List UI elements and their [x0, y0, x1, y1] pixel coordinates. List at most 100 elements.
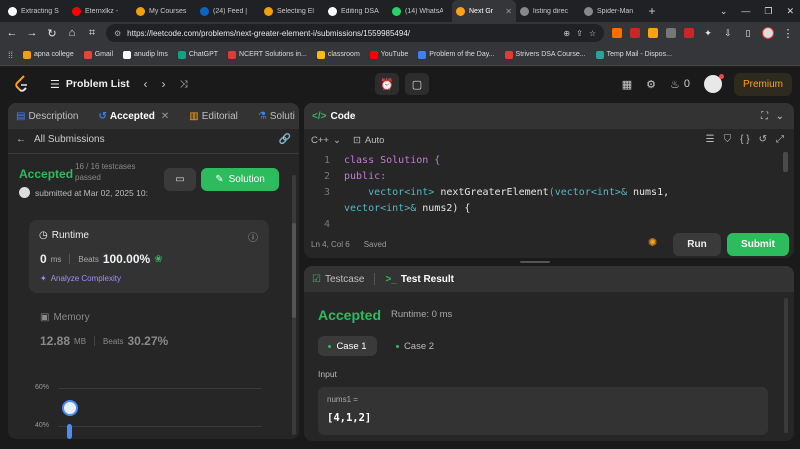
- tab-testcase[interactable]: ☑ Testcase: [312, 274, 364, 285]
- browser-tab[interactable]: Eternxlkz -: [68, 0, 132, 22]
- bookmark-item[interactable]: Gmail: [83, 50, 113, 59]
- browser-tab[interactable]: (14) WhatsA: [388, 0, 452, 22]
- tab-accepted[interactable]: ↺ Accepted ✕: [98, 111, 169, 122]
- browser-tab[interactable]: My Courses: [132, 0, 196, 22]
- reload-icon[interactable]: ↻: [46, 27, 58, 40]
- browser-tab[interactable]: listing direc: [516, 0, 580, 22]
- extension-icon[interactable]: [648, 28, 658, 38]
- sidebar-icon[interactable]: ▯: [742, 28, 754, 39]
- bookmark-item[interactable]: ChatGPT: [177, 50, 218, 59]
- solution-button[interactable]: ✎ Solution: [201, 168, 279, 191]
- note-button[interactable]: ▢: [405, 73, 429, 95]
- browser-tab[interactable]: Editing DSA: [324, 0, 388, 22]
- reset-icon[interactable]: ↺: [759, 134, 767, 145]
- timer-button[interactable]: ⏰: [375, 73, 399, 95]
- leetcode-logo-icon[interactable]: [14, 75, 30, 93]
- panel-resize-handle[interactable]: [520, 261, 550, 263]
- info-icon[interactable]: ⓘ: [248, 229, 258, 244]
- editor-scrollbar[interactable]: [783, 152, 788, 172]
- tab-test-result[interactable]: >_ Test Result: [385, 274, 454, 285]
- minimize-icon[interactable]: —: [741, 6, 750, 16]
- list-icon: ☰: [50, 78, 60, 91]
- code-line: 2 public:: [304, 168, 794, 184]
- code-editor[interactable]: 1 class Solution {2 public: 3 vector<int> n…: [304, 152, 794, 228]
- chevron-down-icon[interactable]: ⌄: [720, 6, 728, 17]
- extension-icon[interactable]: [684, 28, 694, 38]
- browser-tab[interactable]: Next Gr ✕: [452, 0, 516, 22]
- extension-icon[interactable]: [612, 28, 622, 38]
- bookmark-item[interactable]: apna college: [23, 50, 74, 59]
- zoom-icon[interactable]: ⊕: [563, 29, 570, 38]
- run-button[interactable]: Run: [673, 233, 721, 256]
- link-icon[interactable]: 🔗: [279, 134, 291, 145]
- auto-complete-toggle[interactable]: ⊡ Auto: [353, 135, 385, 146]
- bookmarks-icon[interactable]: ⌗: [86, 27, 98, 40]
- braces-icon[interactable]: { }: [740, 134, 749, 145]
- more-icon[interactable]: ⌄: [776, 111, 784, 122]
- browser-tab[interactable]: Extracting S: [4, 0, 68, 22]
- home-icon[interactable]: ⌂: [66, 27, 78, 39]
- tab-solutions[interactable]: ⚗ Soluti: [258, 111, 295, 122]
- profile-avatar[interactable]: [762, 27, 774, 39]
- forward-icon[interactable]: →: [26, 27, 38, 39]
- user-avatar[interactable]: [704, 74, 724, 93]
- tab-description[interactable]: ▤ Description: [16, 111, 78, 122]
- submit-button[interactable]: Submit: [727, 233, 789, 256]
- maximize-icon[interactable]: ❐: [764, 6, 772, 17]
- fullscreen-icon[interactable]: ⤢: [776, 134, 784, 145]
- testcases-count: 16 / 16 testcases: [75, 162, 136, 171]
- bookmark-favicon-icon: [228, 50, 237, 59]
- browser-tab[interactable]: Selecting El: [260, 0, 324, 22]
- panel-scroll-thumb[interactable]: [292, 223, 296, 318]
- bookmark-icon[interactable]: ⛉: [724, 134, 732, 145]
- test-result-panel: ☑ Testcase >_ Test Result Accepted Runtime…: [304, 266, 794, 441]
- case-1-tab[interactable]: Case 1: [318, 336, 377, 356]
- tab-editorial[interactable]: ▥ Editorial: [189, 111, 238, 122]
- bookmark-item[interactable]: Temp Mail - Dispos...: [595, 50, 672, 59]
- close-tab-icon[interactable]: ✕: [161, 111, 169, 122]
- share-icon[interactable]: ⇪: [576, 29, 583, 38]
- downloads-icon[interactable]: ⇩: [722, 28, 734, 39]
- next-problem-icon[interactable]: ›: [161, 77, 165, 91]
- analyze-complexity-link[interactable]: ✦ Analyze Complexity: [40, 274, 121, 283]
- problem-list-button[interactable]: ☰ Problem List: [50, 78, 129, 91]
- format-icon[interactable]: ☰: [706, 134, 715, 145]
- user-position-avatar[interactable]: [62, 400, 78, 416]
- new-tab-button[interactable]: +: [644, 4, 660, 18]
- back-icon[interactable]: ←: [6, 27, 18, 39]
- bookmark-item[interactable]: YouTube: [369, 50, 408, 59]
- extension-icon[interactable]: [630, 28, 640, 38]
- bookmark-favicon-icon: [595, 50, 604, 59]
- bookmark-item[interactable]: NCERT Solutions in...: [228, 50, 307, 59]
- apps-icon[interactable]: ⁞⁞: [8, 50, 13, 60]
- debug-icon[interactable]: ✺: [648, 236, 657, 249]
- result-scrollbar[interactable]: [784, 298, 788, 433]
- site-info-icon[interactable]: ⚙: [114, 29, 121, 38]
- menu-icon[interactable]: ⋮: [782, 27, 794, 40]
- browser-tab[interactable]: (24) Feed |: [196, 0, 260, 22]
- case-2-tab[interactable]: Case 2: [386, 336, 444, 356]
- notes-button[interactable]: ▭: [164, 168, 196, 191]
- layout-icon[interactable]: ▦: [622, 78, 632, 91]
- bookmark-item[interactable]: Problem of the Day...: [418, 50, 495, 59]
- browser-tab[interactable]: Spider-Man: [580, 0, 644, 22]
- url-bar[interactable]: ⚙ https://leetcode.com/problems/next-gre…: [106, 24, 604, 42]
- expand-icon[interactable]: ⛶: [761, 111, 768, 122]
- bookmark-item[interactable]: anudip lms: [123, 50, 168, 59]
- extension-icon[interactable]: [666, 28, 676, 38]
- close-tab-icon[interactable]: ✕: [505, 7, 512, 16]
- bookmark-item[interactable]: Strivers DSA Course...: [504, 50, 586, 59]
- settings-icon[interactable]: ⚙: [646, 78, 656, 91]
- code-token: nums1,: [633, 186, 670, 198]
- puzzle-icon[interactable]: ✦: [702, 28, 714, 39]
- bookmark-item[interactable]: classroom: [316, 50, 360, 59]
- close-icon[interactable]: ✕: [786, 6, 794, 17]
- shuffle-icon[interactable]: ⤨: [179, 79, 187, 90]
- chart-gridline: [58, 388, 262, 389]
- prev-problem-icon[interactable]: ‹: [143, 77, 147, 91]
- streak-counter[interactable]: ♨ 0: [670, 78, 690, 91]
- star-icon[interactable]: ☆: [589, 29, 596, 38]
- all-submissions-link[interactable]: ← All Submissions: [16, 134, 105, 145]
- premium-button[interactable]: Premium: [733, 73, 792, 96]
- language-select[interactable]: C++ ⌄: [311, 135, 341, 146]
